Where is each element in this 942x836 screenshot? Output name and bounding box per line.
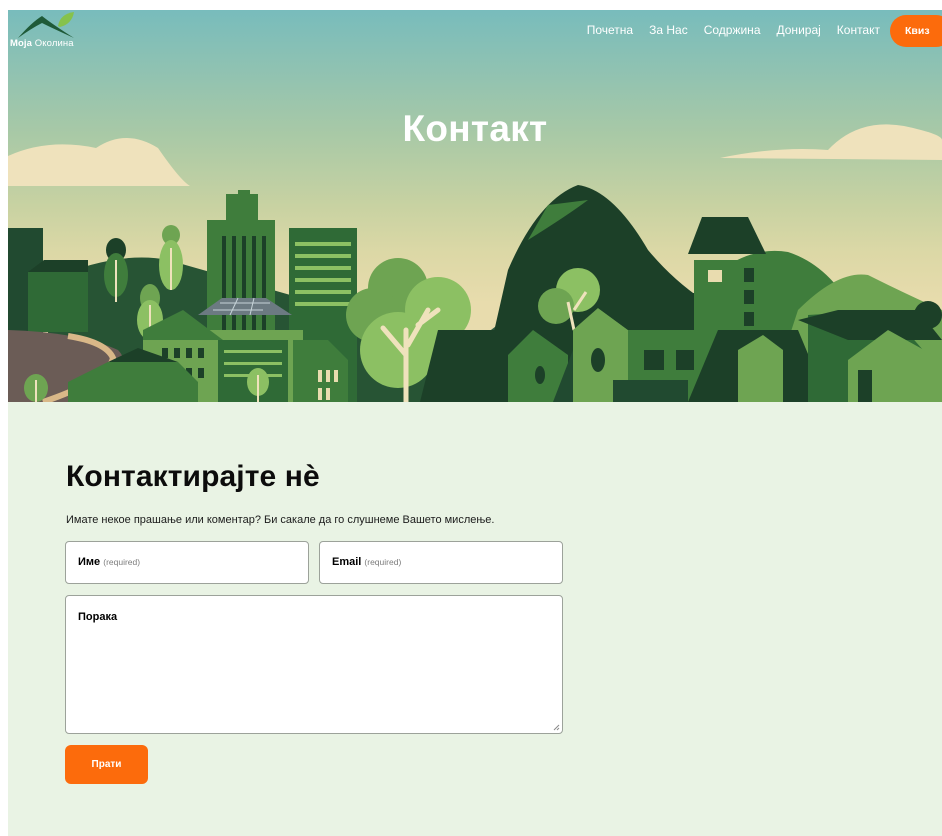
contact-heading: Контактирајте нѐ: [66, 460, 320, 493]
city-illustration: [8, 124, 942, 402]
nav-link-content[interactable]: Содржина: [704, 23, 761, 37]
resize-handle-icon[interactable]: [553, 724, 560, 731]
hero-title: Контакт: [402, 108, 548, 149]
message-field[interactable]: Порака: [65, 595, 563, 734]
quiz-button[interactable]: Квиз: [890, 15, 942, 47]
name-field-label: Име (required): [78, 556, 141, 568]
nav-link-contact[interactable]: Контакт: [837, 23, 880, 37]
nav-link-donate[interactable]: Донирај: [777, 23, 821, 37]
send-button[interactable]: Прати: [65, 745, 148, 784]
main-nav: Почетна За Нас Содржина Донирај Контакт: [587, 23, 880, 37]
name-field[interactable]: Име (required): [65, 541, 309, 584]
email-field-label: Email (required): [332, 556, 402, 568]
contact-section: Контактирајте нѐ Имате некое прашање или…: [8, 402, 942, 836]
email-field[interactable]: Email (required): [319, 541, 563, 584]
required-hint: (required): [364, 557, 402, 567]
logo[interactable]: Моја Околина: [10, 12, 80, 54]
hero-banner: Моја Околина Почетна За Нас Содржина Дон…: [8, 10, 942, 402]
mountain-leaf-icon: [18, 12, 74, 38]
nav-link-home[interactable]: Почетна: [587, 23, 633, 37]
nav-link-about[interactable]: За Нас: [649, 23, 688, 37]
page: Моја Околина Почетна За Нас Содржина Дон…: [8, 10, 942, 836]
required-hint: (required): [103, 557, 141, 567]
logo-text: Моја Околина: [10, 38, 74, 49]
message-field-label: Порака: [78, 611, 118, 623]
contact-subtitle: Имате некое прашање или коментар? Би сак…: [66, 514, 495, 526]
